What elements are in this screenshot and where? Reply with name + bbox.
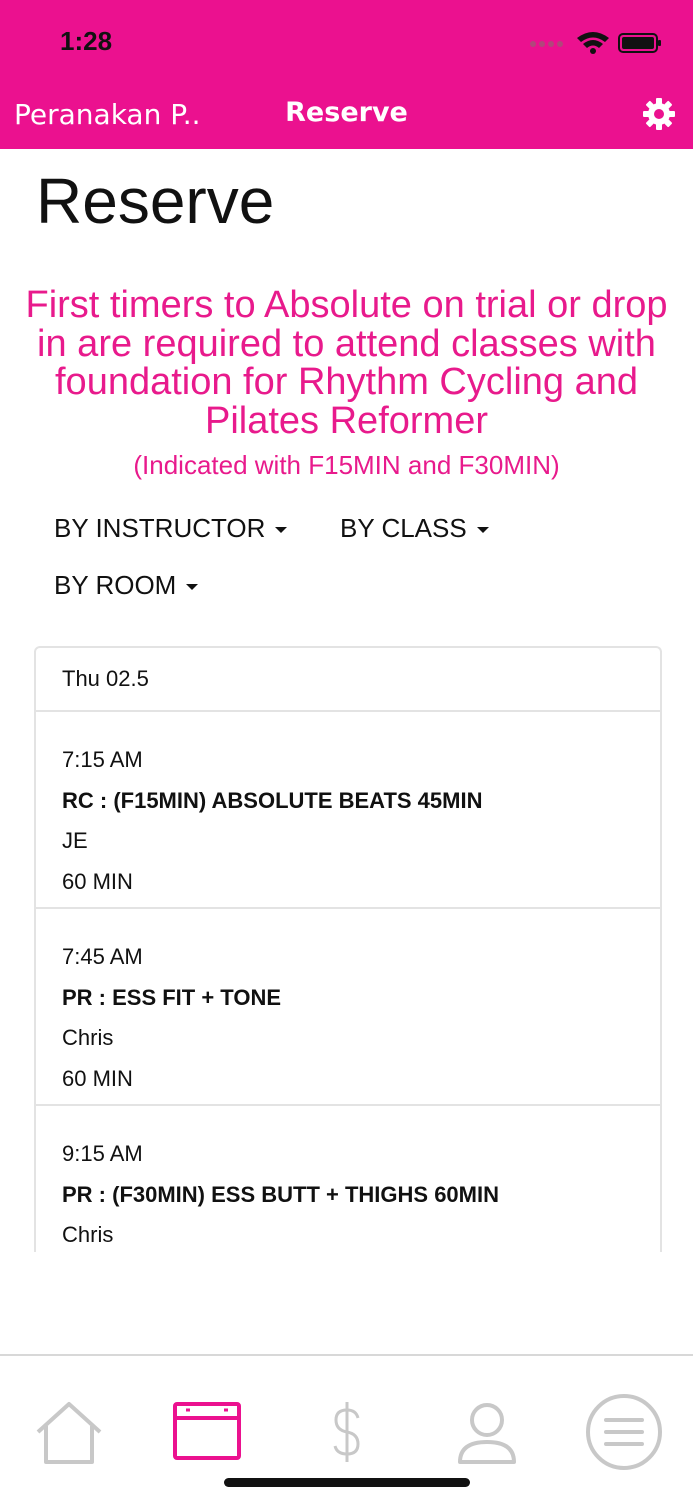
class-time: 7:45 AM bbox=[62, 944, 143, 969]
nav-bar: Peranakan P.. Reserve bbox=[0, 86, 693, 149]
class-duration: 60 MIN bbox=[62, 1065, 133, 1091]
status-time: 1:28 bbox=[60, 26, 113, 56]
filter-by-room-label: BY ROOM bbox=[54, 570, 177, 600]
status-bar: 1:28 bbox=[0, 0, 693, 86]
class-instructor: Chris bbox=[62, 1025, 114, 1050]
home-icon[interactable] bbox=[34, 1398, 104, 1468]
signal-icon bbox=[530, 41, 563, 47]
status-icons bbox=[530, 32, 661, 54]
filter-by-class-label: BY CLASS bbox=[340, 513, 467, 543]
caret-down-icon bbox=[275, 527, 288, 534]
class-duration: 60 MIN bbox=[62, 868, 133, 894]
wifi-icon bbox=[577, 32, 609, 54]
gear-icon[interactable] bbox=[641, 96, 677, 132]
filter-by-class[interactable]: BY CLASS bbox=[340, 513, 489, 544]
caret-down-icon bbox=[476, 527, 489, 534]
caret-down-icon bbox=[186, 584, 199, 591]
class-time: 9:15 AM bbox=[62, 1141, 143, 1166]
filter-by-room[interactable]: BY ROOM bbox=[54, 570, 199, 601]
foundation-notice: First timers to Absolute on trial or dro… bbox=[25, 284, 668, 442]
calendar-icon[interactable] bbox=[172, 1398, 242, 1468]
filter-by-instructor[interactable]: BY INSTRUCTOR bbox=[54, 513, 288, 544]
page-title: Reserve bbox=[36, 165, 275, 237]
profile-icon[interactable] bbox=[452, 1398, 522, 1468]
class-instructor: JE bbox=[62, 828, 88, 853]
menu-icon[interactable] bbox=[584, 1392, 664, 1472]
schedule-card: Thu 02.5 7:15 AM RC : (F15MIN) ABSOLUTE … bbox=[34, 646, 662, 1252]
class-item[interactable]: 7:45 AM PR : ESS FIT + TONE Chris 60 MIN bbox=[36, 909, 660, 1106]
class-name: RC : (F15MIN) ABSOLUTE BEATS 45MIN bbox=[62, 787, 483, 813]
schedule-date: Thu 02.5 bbox=[36, 648, 660, 712]
dollar-icon[interactable] bbox=[312, 1398, 382, 1468]
class-name: PR : ESS FIT + TONE bbox=[62, 984, 282, 1010]
foundation-notice-sub: (Indicated with F15MIN and F30MIN) bbox=[133, 450, 560, 480]
nav-title: Reserve bbox=[285, 97, 408, 128]
battery-icon bbox=[618, 33, 661, 53]
class-name: PR : (F30MIN) ESS BUTT + THIGHS 60MIN bbox=[62, 1181, 499, 1207]
class-item[interactable]: 7:15 AM RC : (F15MIN) ABSOLUTE BEATS 45M… bbox=[36, 712, 660, 909]
home-indicator[interactable] bbox=[224, 1478, 470, 1487]
filter-by-instructor-label: BY INSTRUCTOR bbox=[54, 513, 266, 543]
class-time: 7:15 AM bbox=[62, 747, 143, 772]
class-instructor: Chris bbox=[62, 1222, 114, 1247]
class-item[interactable]: 9:15 AM PR : (F30MIN) ESS BUTT + THIGHS … bbox=[36, 1106, 660, 1252]
